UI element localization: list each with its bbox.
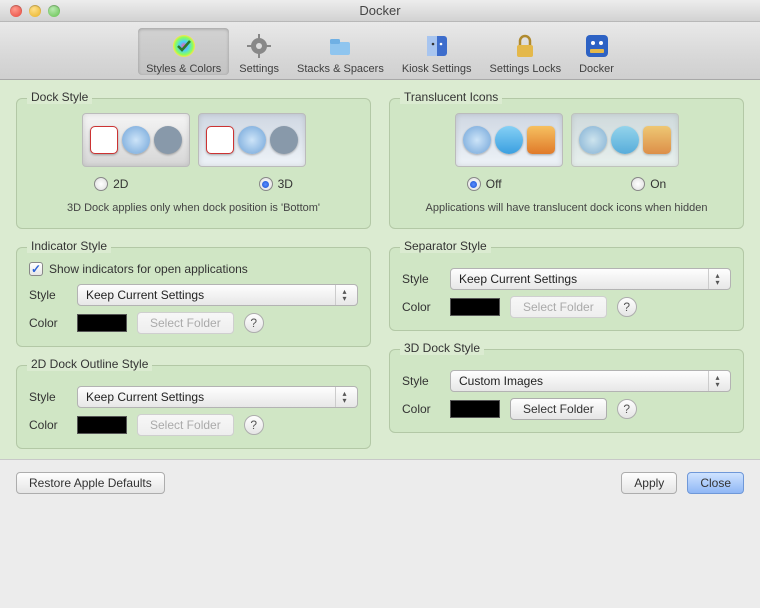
finder-icon: [423, 32, 451, 60]
indicator-style-select[interactable]: Keep Current Settings: [77, 284, 358, 306]
tab-kiosk-settings[interactable]: Kiosk Settings: [394, 28, 480, 75]
radio-label: 2D: [113, 177, 128, 191]
select-arrows-icon: [335, 387, 353, 407]
radio-2d[interactable]: 2D: [94, 177, 128, 191]
thumb-3d[interactable]: [198, 113, 306, 167]
tab-label: Settings: [239, 63, 279, 75]
color-label: Color: [29, 316, 67, 330]
tab-label: Docker: [579, 63, 614, 75]
close-button[interactable]: Close: [687, 472, 744, 494]
style-label: Style: [29, 390, 67, 404]
radio-label: Off: [486, 177, 502, 191]
tab-settings[interactable]: Settings: [231, 28, 287, 75]
translucent-radios: Off On: [402, 177, 731, 191]
tab-settings-locks[interactable]: Settings Locks: [482, 28, 570, 75]
indicator-color-swatch[interactable]: [77, 314, 127, 332]
translucent-hint: Applications will have translucent dock …: [402, 201, 731, 216]
group-title: 3D Dock Style: [400, 341, 484, 355]
style-label: Style: [29, 288, 67, 302]
dock3d-select-folder-button[interactable]: Select Folder: [510, 398, 607, 420]
radio-3d[interactable]: 3D: [259, 177, 293, 191]
style-label: Style: [402, 272, 440, 286]
translucent-thumbs: [402, 113, 731, 167]
radio-off[interactable]: Off: [467, 177, 502, 191]
radio-on[interactable]: On: [631, 177, 666, 191]
checkbox-label: Show indicators for open applications: [49, 262, 248, 276]
tab-styles-colors[interactable]: Styles & Colors: [138, 28, 229, 75]
color-label: Color: [402, 402, 440, 416]
group-title: Dock Style: [27, 90, 92, 104]
tab-label: Stacks & Spacers: [297, 63, 384, 75]
select-value: Keep Current Settings: [86, 288, 204, 302]
group-dock-style: Dock Style 2D 3D 3D Dock applies only wh…: [16, 98, 371, 229]
tab-label: Settings Locks: [490, 63, 562, 75]
select-arrows-icon: [708, 269, 726, 289]
gear-icon: [245, 32, 273, 60]
footer: Restore Apple Defaults Apply Close: [0, 459, 760, 512]
select-arrows-icon: [335, 285, 353, 305]
right-column: Translucent Icons Off On Applications wi…: [389, 98, 744, 449]
help-button[interactable]: ?: [617, 297, 637, 317]
separator-style-select[interactable]: Keep Current Settings: [450, 268, 731, 290]
group-title: 2D Dock Outline Style: [27, 357, 152, 371]
select-value: Custom Images: [459, 374, 543, 388]
dock3d-style-select[interactable]: Custom Images: [450, 370, 731, 392]
thumb-on[interactable]: [571, 113, 679, 167]
group-translucent-icons: Translucent Icons Off On Applications wi…: [389, 98, 744, 229]
docker-app-icon: [583, 32, 611, 60]
apply-button[interactable]: Apply: [621, 472, 677, 494]
group-title: Indicator Style: [27, 239, 111, 253]
help-button[interactable]: ?: [244, 415, 264, 435]
thumb-2d[interactable]: [82, 113, 190, 167]
radio-label: 3D: [278, 177, 293, 191]
dock3d-color-swatch[interactable]: [450, 400, 500, 418]
folder-icon: [326, 32, 354, 60]
content-area: Dock Style 2D 3D 3D Dock applies only wh…: [0, 80, 760, 459]
tab-label: Styles & Colors: [146, 63, 221, 75]
group-separator-style: Separator Style Style Keep Current Setti…: [389, 247, 744, 331]
titlebar: Docker: [0, 0, 760, 22]
checkbox-icon: ✓: [29, 262, 43, 276]
tab-stacks-spacers[interactable]: Stacks & Spacers: [289, 28, 392, 75]
window-title: Docker: [0, 3, 760, 18]
group-3d-dock-style: 3D Dock Style Style Custom Images Color …: [389, 349, 744, 433]
select-value: Keep Current Settings: [86, 390, 204, 404]
color-wheel-icon: [170, 32, 198, 60]
indicator-select-folder-button: Select Folder: [137, 312, 234, 334]
help-button[interactable]: ?: [244, 313, 264, 333]
group-title: Translucent Icons: [400, 90, 502, 104]
radio-label: On: [650, 177, 666, 191]
checkbox-show-indicators[interactable]: ✓ Show indicators for open applications: [29, 262, 358, 276]
tab-docker[interactable]: Docker: [571, 28, 622, 75]
dock-style-thumbs: [29, 113, 358, 167]
dock-style-hint: 3D Dock applies only when dock position …: [29, 201, 358, 216]
select-value: Keep Current Settings: [459, 272, 577, 286]
outline2d-style-select[interactable]: Keep Current Settings: [77, 386, 358, 408]
color-label: Color: [29, 418, 67, 432]
dock-style-radios: 2D 3D: [29, 177, 358, 191]
left-column: Dock Style 2D 3D 3D Dock applies only wh…: [16, 98, 371, 449]
select-arrows-icon: [708, 371, 726, 391]
group-title: Separator Style: [400, 239, 491, 253]
outline2d-select-folder-button: Select Folder: [137, 414, 234, 436]
color-label: Color: [402, 300, 440, 314]
help-button[interactable]: ?: [617, 399, 637, 419]
thumb-off[interactable]: [455, 113, 563, 167]
group-indicator-style: Indicator Style ✓ Show indicators for op…: [16, 247, 371, 347]
group-2d-outline-style: 2D Dock Outline Style Style Keep Current…: [16, 365, 371, 449]
lock-icon: [511, 32, 539, 60]
separator-select-folder-button: Select Folder: [510, 296, 607, 318]
style-label: Style: [402, 374, 440, 388]
restore-defaults-button[interactable]: Restore Apple Defaults: [16, 472, 165, 494]
outline2d-color-swatch[interactable]: [77, 416, 127, 434]
toolbar: Styles & Colors Settings Stacks & Spacer…: [0, 22, 760, 80]
tab-label: Kiosk Settings: [402, 63, 472, 75]
separator-color-swatch[interactable]: [450, 298, 500, 316]
